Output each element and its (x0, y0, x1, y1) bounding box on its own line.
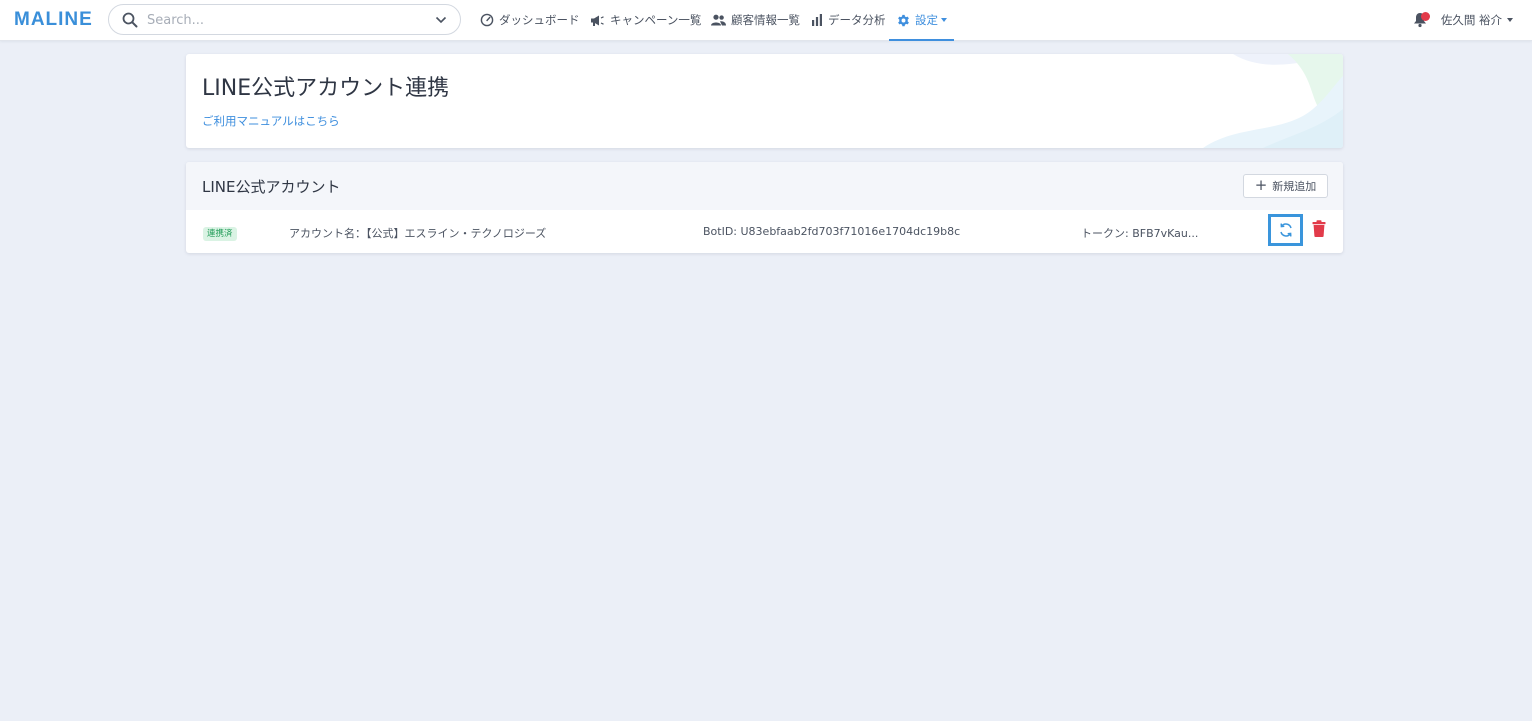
logo-text: MALINE (14, 9, 93, 30)
nav-item-settings[interactable]: 設定 (889, 0, 954, 41)
page-header-card: LINE公式アカウント連携 ご利用マニュアルはこちら (186, 54, 1343, 148)
nav-label: データ分析 (828, 13, 886, 27)
megaphone-icon (591, 15, 604, 26)
bot-id: BotID: U83ebfaab2fd703f71016e1704dc19b8c (703, 225, 961, 238)
nav-label: キャンペーン一覧 (610, 13, 702, 27)
trash-icon[interactable] (1312, 220, 1326, 237)
top-navbar: MALINE ダッシュボード キャンペーン一覧 (0, 0, 1532, 41)
nav-label: 顧客情報一覧 (731, 13, 800, 27)
chevron-down-icon[interactable] (435, 15, 447, 25)
user-name: 佐久間 裕介 (1440, 13, 1502, 27)
line-accounts-card: LINE公式アカウント + 新規追加 連携済 アカウント名：【公式】エスライン・… (186, 162, 1343, 253)
account-name: アカウント名：【公式】エスライン・テクノロジーズ (289, 227, 547, 240)
status-badge: 連携済 (203, 227, 237, 241)
nav-item-dashboard[interactable]: ダッシュボード (480, 0, 580, 40)
nav-label: ダッシュボード (499, 13, 580, 27)
page-title: LINE公式アカウント連携 (202, 76, 450, 101)
account-row: 連携済 アカウント名：【公式】エスライン・テクノロジーズ BotID: U83e… (186, 210, 1343, 253)
maline-logo[interactable]: MALINE (14, 9, 93, 31)
accounts-title: LINE公式アカウント (202, 178, 341, 196)
search-icon (122, 12, 138, 28)
notification-dot (1420, 12, 1430, 21)
users-icon (711, 14, 726, 26)
caret-down-icon (941, 18, 947, 22)
bar-chart-icon (812, 14, 822, 26)
gauge-icon (480, 13, 494, 27)
sync-button[interactable] (1268, 214, 1303, 246)
accounts-card-header: LINE公式アカウント + 新規追加 (186, 162, 1343, 210)
caret-down-icon (1507, 18, 1513, 22)
manual-link[interactable]: ご利用マニュアルはこちら (202, 113, 340, 129)
add-account-button[interactable]: + 新規追加 (1243, 174, 1328, 198)
search-input[interactable] (147, 10, 427, 30)
add-account-label: 新規追加 (1272, 180, 1317, 193)
nav-label: 設定 (915, 13, 938, 27)
user-area: 佐久間 裕介 (1413, 0, 1513, 40)
gear-icon (898, 14, 909, 26)
nav-item-customers[interactable]: 顧客情報一覧 (711, 0, 800, 40)
nav-item-analytics[interactable]: データ分析 (811, 0, 886, 40)
token: トークン: BFB7vKau... (1081, 227, 1199, 240)
plus-icon: + (1254, 175, 1268, 194)
refresh-icon (1279, 223, 1292, 237)
search-box[interactable] (108, 4, 461, 35)
header-decoration (1203, 54, 1343, 148)
nav-item-campaigns[interactable]: キャンペーン一覧 (590, 0, 701, 40)
notification-button[interactable] (1413, 11, 1431, 29)
user-menu[interactable]: 佐久間 裕介 (1441, 12, 1513, 28)
